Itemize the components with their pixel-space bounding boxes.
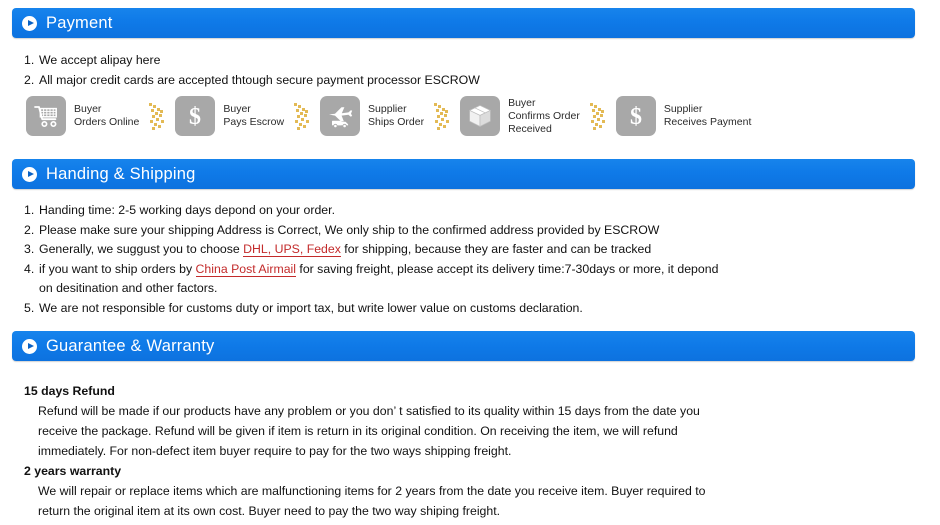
warranty-heading: 15 days Refund	[24, 384, 115, 398]
warranty-line: Refund will be made if our products have…	[38, 404, 700, 418]
flow-label-line2: Orders Online	[74, 116, 140, 128]
list-item: 5. We are not responsible for customs dut…	[24, 299, 718, 319]
dollar-sign-icon: $	[175, 96, 216, 136]
flow-label-line2: Pays Escrow	[223, 116, 285, 128]
warranty-paragraph: We will repair or replace items which ar…	[24, 481, 920, 521]
section-title-guarantee-warranty: Guarantee & Warranty	[46, 336, 215, 355]
svg-text:$: $	[189, 104, 201, 129]
svg-text:$: $	[630, 104, 642, 129]
dotted-chevron-right-icon	[430, 99, 456, 133]
flow-step-label: Buyer Confirms Order Received	[508, 97, 580, 136]
flow-step-supplier-ships-order: Supplier Ships Order	[320, 96, 424, 136]
warranty-2-years-block: 2 years warranty We will repair or repla…	[24, 461, 920, 521]
play-circle-icon	[22, 338, 37, 354]
flow-step-label: Supplier Receives Payment	[664, 103, 752, 129]
flow-label-line1: Buyer	[223, 103, 251, 115]
flow-step-label: Supplier Ships Order	[368, 103, 424, 129]
list-number: 3.	[24, 242, 35, 256]
shipping-list: 1. Handing time: 2-5 working days depond …	[24, 201, 718, 318]
payment-list: 1. We accept alipay here 2. All major cred…	[24, 51, 480, 90]
flow-label-line1: Buyer	[74, 103, 102, 115]
flow-step-buyer-confirms-order: Buyer Confirms Order Received	[460, 96, 580, 136]
dotted-chevron-right-icon	[586, 99, 612, 133]
list-item: 1. We accept alipay here	[24, 51, 480, 71]
section-header-handling-shipping: Handing & Shipping	[12, 159, 915, 189]
list-text-post: for saving freight, please accept its de…	[296, 261, 719, 276]
flow-label-line2: Receives Payment	[663, 116, 752, 128]
dollar-sign-icon: $	[615, 96, 656, 136]
warranty-paragraph: Refund will be made if our products have…	[24, 401, 920, 461]
list-item: 2. Please make sure your shipping Address…	[24, 221, 718, 241]
flow-step-buyer-pays-escrow: $ Buyer Pays Escrow	[175, 96, 284, 136]
flow-label-line2: Ships Order	[368, 116, 425, 128]
list-text: Please make sure your shipping Address i…	[39, 222, 660, 237]
list-item: 4. if you want to ship orders by China Po…	[24, 260, 718, 299]
section-title-handling-shipping: Handing & Shipping	[46, 164, 196, 183]
flow-label-line2: Confirms Order	[508, 109, 580, 122]
flow-label-line3: Received	[508, 122, 552, 135]
list-text-post: for shipping, because they are faster an…	[340, 242, 652, 256]
dotted-chevron-right-icon	[145, 99, 171, 133]
payment-flow-diagram: Buyer Orders Online $ Buyer Pays Escrow …	[26, 96, 751, 136]
play-circle-icon	[22, 166, 37, 182]
section-title-payment: Payment	[46, 13, 113, 32]
list-number: 2.	[24, 222, 35, 237]
warranty-refund-block: 15 days Refund Refund will be made if ou…	[24, 381, 920, 461]
play-circle-icon	[22, 15, 37, 31]
section-header-payment: Payment	[12, 8, 915, 38]
list-text-pre: if you want to ship orders by	[39, 261, 196, 276]
list-text: We are not responsible for customs duty …	[39, 300, 583, 315]
warranty-line: return the original item at its own cost…	[38, 504, 501, 518]
list-item: 1. Handing time: 2-5 working days depond …	[24, 201, 718, 221]
list-text-pre: Generally, we suggust you to choose	[39, 242, 244, 256]
warranty-line: We will repair or replace items which ar…	[38, 484, 706, 498]
warranty-line: receive the package. Refund will be give…	[38, 424, 678, 438]
warranty-heading: 2 years warranty	[24, 464, 122, 478]
list-text: Handing time: 2-5 working days depond on…	[39, 203, 335, 217]
shopping-cart-icon	[26, 96, 66, 136]
flow-step-supplier-receives-payment: $ Supplier Receives Payment	[615, 96, 752, 136]
dotted-chevron-right-icon	[290, 99, 316, 133]
list-number: 1.	[24, 203, 35, 217]
flow-label-line1: Supplier	[663, 103, 703, 115]
list-text: All major credit cards are accepted thto…	[39, 72, 480, 87]
list-number: 2.	[24, 72, 35, 87]
china-post-airmail-link[interactable]: China Post Airmail	[195, 261, 296, 277]
flow-label-line1: Buyer	[508, 96, 536, 109]
list-item: 3. Generally, we suggust you to choose DH…	[24, 240, 718, 260]
list-text: We accept alipay here	[39, 53, 161, 67]
flow-step-label: Buyer Pays Escrow	[223, 103, 284, 129]
list-text-wrap: on desitination and other factors.	[39, 281, 218, 295]
list-number: 1.	[24, 53, 35, 67]
list-item: 2. All major credit cards are accepted th…	[24, 71, 480, 91]
flow-step-buyer-orders-online: Buyer Orders Online	[26, 96, 139, 136]
flow-step-label: Buyer Orders Online	[74, 103, 139, 129]
warranty-line: immediately. For non-defect item buyer r…	[38, 444, 512, 458]
airplane-truck-icon	[320, 96, 361, 136]
list-number: 4.	[24, 261, 35, 276]
package-box-icon	[460, 96, 501, 136]
list-number: 5.	[24, 300, 35, 315]
flow-label-line1: Supplier	[368, 103, 407, 115]
shipping-carrier-link[interactable]: DHL, UPS, Fedex	[243, 242, 341, 257]
section-header-guarantee-warranty: Guarantee & Warranty	[12, 331, 915, 361]
